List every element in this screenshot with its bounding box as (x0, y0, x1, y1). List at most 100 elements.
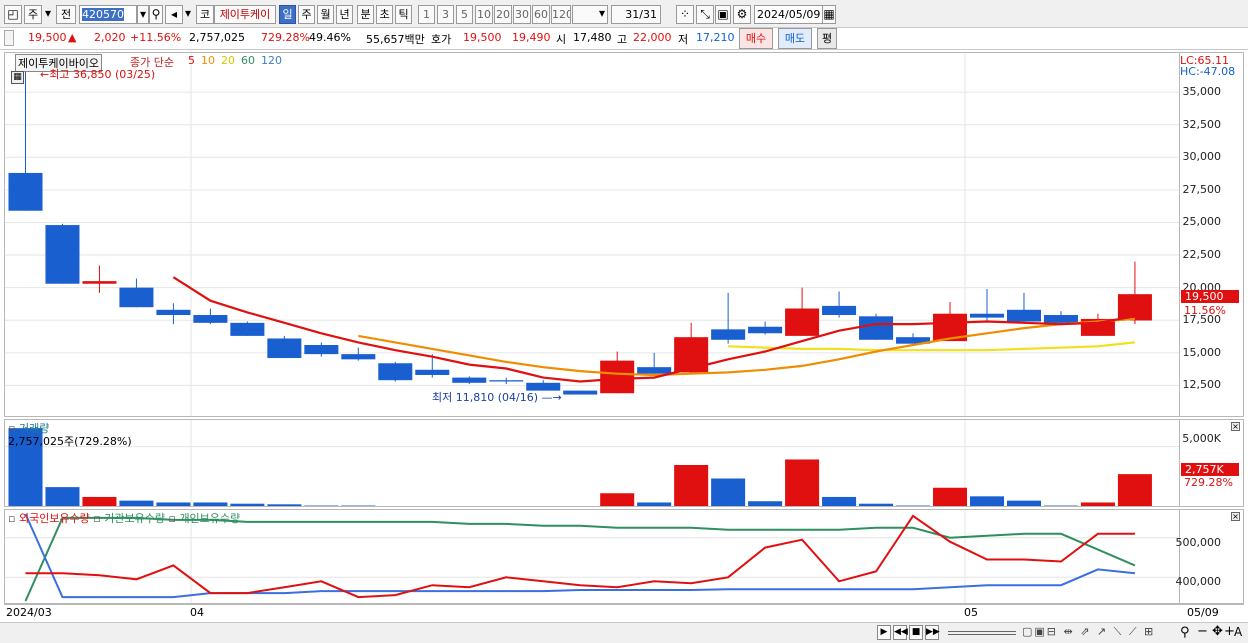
high-label: 고 (617, 33, 628, 46)
volume-pct: 729.28% (261, 31, 310, 44)
legend-institution: 기관보유수량 (104, 512, 165, 525)
volume-bar (193, 502, 228, 506)
prev-button[interactable]: 전 (56, 5, 76, 24)
price-ytick: 35,000 (1182, 85, 1222, 99)
ma120-label: 120 (261, 54, 282, 67)
sell-button[interactable]: 매도 (778, 28, 812, 49)
holding-axis: × 500,000 400,000 (1176, 509, 1244, 604)
ma60-label: 60 (241, 54, 255, 67)
volume-bar (341, 505, 376, 506)
high-note: ←최고 36,850 (03/25) (40, 66, 155, 82)
fast-forward-icon[interactable]: ▶▶ (925, 625, 940, 640)
price-ytick: 15,000 (1182, 345, 1222, 359)
count-60[interactable]: 60 (532, 5, 550, 24)
navigation-bar: ▶ ◀◀ ■ ▶▶ ▢▣⊟ ⇹ ⇗ ↗ ⟍ ⟋ ⊞ ⚲ − ✥ + A (0, 622, 1248, 643)
volume-bar (82, 496, 117, 506)
stock-code-input[interactable]: 420570 (79, 5, 137, 24)
volume-bar (1043, 505, 1078, 506)
current-price-tag: 19,500 (1181, 290, 1239, 303)
period-day[interactable]: 일 (279, 5, 296, 24)
count-120[interactable]: 120 (551, 5, 571, 24)
volume-bar (1080, 502, 1115, 506)
high-note-text: 최고 36,850 (03/25) (49, 68, 156, 81)
stop-icon[interactable]: ■ (909, 625, 923, 640)
legend-foreign: 외국인보유수량 (18, 512, 90, 525)
candle-down (304, 345, 339, 355)
stock-code-value: 420570 (82, 8, 124, 21)
rewind-icon[interactable]: ◀◀ (893, 625, 908, 640)
calendar-icon[interactable]: ▦ (822, 5, 836, 24)
calculator-icon[interactable]: ▦ (11, 71, 24, 84)
volume-ytick: 5,000K (1182, 432, 1221, 445)
volume-bar (119, 500, 154, 506)
save-icon[interactable]: ▣ (715, 5, 731, 24)
xaxis-label-end: 05/09 (1187, 606, 1219, 619)
market-select[interactable]: 주 (24, 5, 42, 24)
volume-chart[interactable] (5, 420, 1180, 507)
magnify-icon[interactable]: ⚲ (1180, 625, 1190, 640)
move-icon[interactable]: ✥ (1212, 624, 1223, 639)
close-icon[interactable]: × (1231, 422, 1240, 431)
holding-legend: ▫ 외국인보유수량 ▫ 기관보유수량 ▫ 개인보유수량 (8, 512, 241, 525)
stock-name[interactable]: 제이투케이 (214, 5, 276, 24)
display-icon[interactable]: ◰ (4, 5, 22, 24)
count-select[interactable]: ▾ (572, 5, 608, 24)
drawing-tools[interactable]: ▢▣⊟ ⇹ ⇗ ↗ ⟍ ⟋ ⊞ (1022, 625, 1155, 639)
speaker-icon[interactable]: ◂ (165, 5, 183, 24)
holding-panel[interactable]: ▫ 외국인보유수량 ▫ 기관보유수량 ▫ 개인보유수량 (4, 509, 1180, 604)
search-icon[interactable]: ⚲ (149, 5, 163, 24)
avg-button[interactable]: 평 (817, 28, 837, 49)
period-second[interactable]: 초 (376, 5, 393, 24)
crosshair-icon[interactable]: ⁘ (676, 5, 694, 24)
page-indicator: 31/31 (611, 5, 661, 24)
volume-bar (785, 459, 820, 506)
period-month[interactable]: 월 (317, 5, 334, 24)
close-icon[interactable]: × (1231, 512, 1240, 521)
price-ytick: 32,500 (1182, 117, 1222, 131)
volume-bar (1117, 474, 1152, 506)
candle-down (563, 390, 598, 395)
volume-bar (489, 506, 523, 507)
buy-button[interactable]: 매수 (739, 28, 773, 49)
volume-panel[interactable]: ▫ 거래량 2,757,025주(729.28%) (4, 419, 1180, 507)
trade-amount: 55,657백만 (366, 33, 425, 46)
draw-tool-icon[interactable]: ⤡ (696, 5, 714, 24)
zoom-out-icon[interactable]: − (1197, 624, 1208, 639)
date-input[interactable]: 2024/05/09 (754, 5, 824, 24)
xaxis-label-apr: 04 (190, 606, 204, 619)
candle-down (637, 367, 672, 374)
candle-down (230, 322, 265, 336)
volume-bar (600, 493, 635, 506)
candle-down (8, 172, 43, 211)
period-minute[interactable]: 분 (357, 5, 374, 24)
chevron-down-icon[interactable]: ▾ (42, 5, 54, 24)
period-tick[interactable]: 틱 (395, 5, 412, 24)
chevron-down-icon[interactable]: ▾ (183, 5, 193, 24)
bid-price: 19,490 (512, 31, 551, 44)
period-week[interactable]: 주 (298, 5, 315, 24)
code-dropdown-icon[interactable]: ▾ (137, 5, 149, 24)
volume-bar (1006, 500, 1041, 506)
price-panel[interactable]: 제이투케이바이오 종가 단순 5 10 20 60 120 ▦ ←최고 36,8… (4, 52, 1180, 417)
count-20[interactable]: 20 (494, 5, 512, 24)
mode-button[interactable]: 코 (196, 5, 214, 24)
count-30[interactable]: 30 (513, 5, 531, 24)
scroll-right-icon[interactable]: ▶ (877, 625, 891, 640)
count-1[interactable]: 1 (418, 5, 435, 24)
volume-value-label: 2,757,025주(729.28%) (8, 435, 132, 448)
font-size-icon[interactable]: A (1234, 625, 1242, 639)
candle-down (489, 380, 524, 382)
count-5[interactable]: 5 (456, 5, 473, 24)
count-3[interactable]: 3 (437, 5, 454, 24)
price-ytick: 30,000 (1182, 150, 1222, 164)
volume-bar (304, 505, 339, 506)
price-chart[interactable] (5, 53, 1180, 417)
candle-down (1043, 315, 1078, 323)
low-note: 최저 11,810 (04/16) —→ (432, 389, 562, 405)
period-year[interactable]: 년 (336, 5, 353, 24)
quote-handle[interactable] (4, 30, 14, 46)
settings-icon[interactable]: ⚙ (733, 5, 751, 24)
count-10[interactable]: 10 (475, 5, 493, 24)
zoom-slider[interactable] (948, 631, 1016, 635)
volume-bar (45, 487, 80, 506)
